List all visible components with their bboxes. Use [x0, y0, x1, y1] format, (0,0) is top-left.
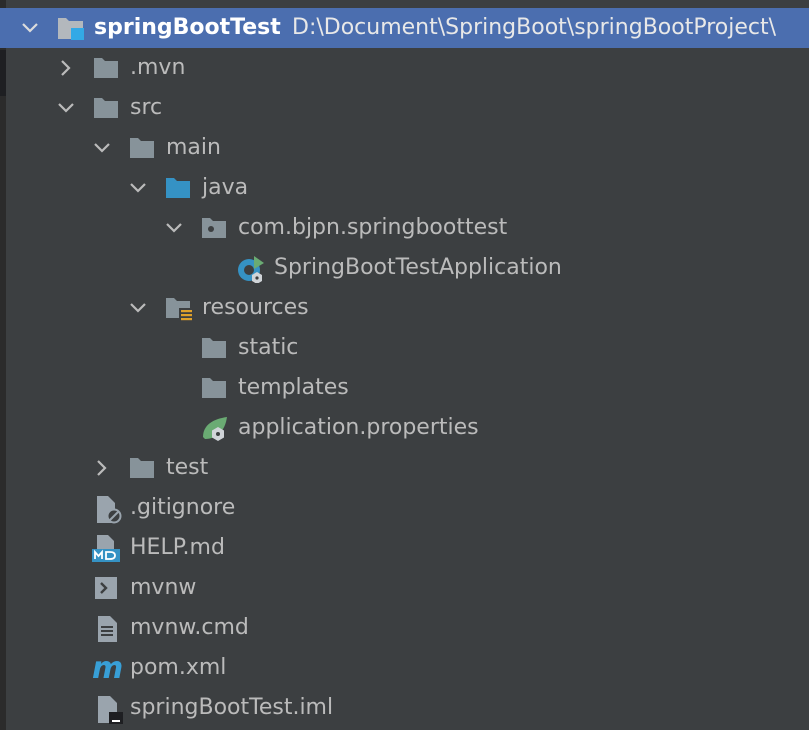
item-label: mvnw.cmd: [130, 615, 249, 640]
item-label: pom.xml: [130, 655, 227, 680]
chevron-down-icon[interactable]: [20, 18, 40, 38]
item-label: test: [166, 455, 209, 480]
spring-boot-app-icon: [237, 255, 264, 283]
item-label: main: [166, 135, 221, 160]
project-tree: springBootTest D:\Document\SpringBoot\sp…: [0, 8, 809, 728]
item-label: static: [238, 335, 299, 360]
item-label: .gitignore: [130, 495, 236, 520]
folder-icon: [129, 135, 155, 161]
resources-folder-icon: [165, 295, 193, 323]
source-folder-icon: [165, 175, 191, 201]
item-label: mvnw: [130, 575, 197, 600]
shell-script-icon: [95, 575, 121, 601]
maven-icon: m: [92, 655, 123, 681]
tree-root-springboottest[interactable]: springBootTest D:\Document\SpringBoot\sp…: [0, 8, 809, 48]
folder-icon: [201, 375, 227, 401]
tree-item-main[interactable]: main: [0, 128, 809, 168]
item-label: src: [130, 95, 163, 120]
folder-icon: [129, 455, 155, 481]
text-file-icon: [97, 615, 123, 642]
tree-item-mvnw[interactable]: mvnw: [0, 568, 809, 608]
tree-item-test[interactable]: test: [0, 448, 809, 488]
tree-item-mvnw-cmd[interactable]: mvnw.cmd: [0, 608, 809, 648]
tree-item-resources[interactable]: resources: [0, 288, 809, 328]
spring-properties-icon: [201, 415, 227, 441]
item-label: com.bjpn.springboottest: [238, 215, 508, 240]
chevron-right-icon[interactable]: [56, 58, 76, 78]
gitignore-file-icon: [95, 495, 122, 524]
folder-icon: [93, 55, 119, 81]
svg-text:m: m: [92, 655, 123, 681]
item-label: HELP.md: [130, 535, 225, 560]
tree-item-help-md[interactable]: HELP.md: [0, 528, 809, 568]
markdown-file-icon: [92, 535, 120, 562]
item-label: springBootTest.iml: [130, 695, 334, 720]
tree-item-pom-xml[interactable]: m pom.xml: [0, 648, 809, 688]
tree-item-springboottestapplication[interactable]: SpringBootTestApplication: [0, 248, 809, 288]
item-label: java: [202, 175, 249, 200]
chevron-down-icon[interactable]: [128, 178, 148, 198]
item-label: .mvn: [130, 55, 186, 80]
iml-file-icon: [97, 695, 123, 724]
chevron-down-icon[interactable]: [128, 298, 148, 318]
tree-item-application-properties[interactable]: application.properties: [0, 408, 809, 448]
item-label: SpringBootTestApplication: [274, 255, 562, 280]
tree-item-gitignore[interactable]: .gitignore: [0, 488, 809, 528]
tree-item-java[interactable]: java: [0, 168, 809, 208]
item-label: resources: [202, 295, 309, 320]
module-folder-icon: [57, 15, 84, 41]
package-icon: [201, 215, 227, 241]
tree-item-mvn[interactable]: .mvn: [0, 48, 809, 88]
root-path: D:\Document\SpringBoot\springBootProject…: [292, 15, 777, 40]
root-name: springBootTest: [94, 15, 281, 40]
folder-icon: [201, 335, 227, 361]
chevron-down-icon[interactable]: [164, 218, 184, 238]
tree-item-src[interactable]: src: [0, 88, 809, 128]
tree-item-package[interactable]: com.bjpn.springboottest: [0, 208, 809, 248]
item-label: application.properties: [238, 415, 479, 440]
tree-item-templates[interactable]: templates: [0, 368, 809, 408]
chevron-down-icon[interactable]: [92, 138, 112, 158]
item-label: templates: [238, 375, 349, 400]
tree-item-static[interactable]: static: [0, 328, 809, 368]
tree-item-springboottest-iml[interactable]: springBootTest.iml: [0, 688, 809, 728]
folder-icon: [93, 95, 119, 121]
chevron-right-icon[interactable]: [92, 458, 112, 478]
chevron-down-icon[interactable]: [56, 98, 76, 118]
